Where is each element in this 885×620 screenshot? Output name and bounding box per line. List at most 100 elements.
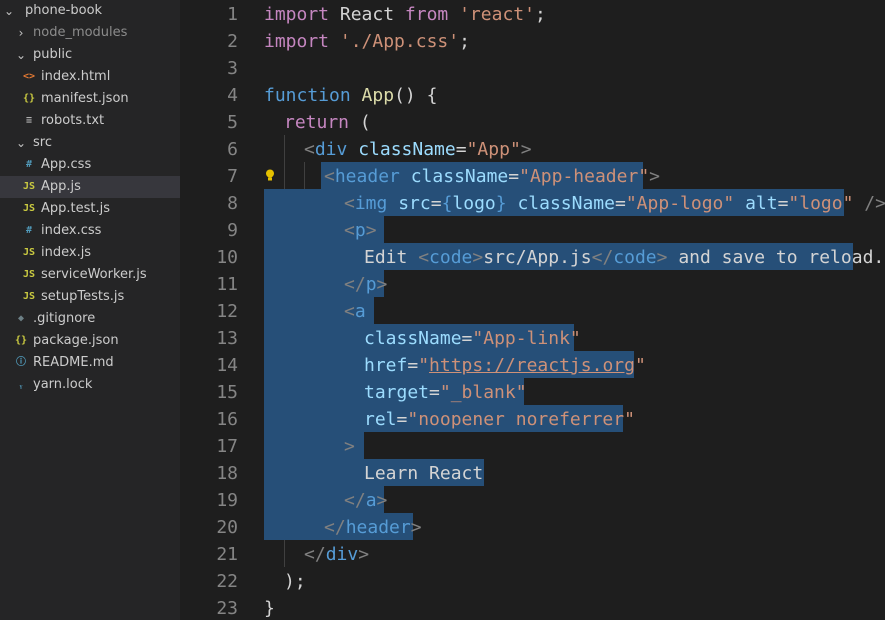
code-line: 1 import React from 'react'; (180, 1, 885, 28)
file-label: README.md (33, 355, 114, 370)
code-line: 18 Learn React (180, 460, 885, 487)
git-file-icon: ◆ (17, 313, 25, 324)
file-index-js[interactable]: JS index.js (0, 242, 180, 264)
file-manifest-json[interactable]: {} manifest.json (0, 88, 180, 110)
line-number: 16 (216, 409, 238, 430)
line-number: 6 (227, 139, 238, 160)
json-file-icon: {} (14, 335, 28, 346)
file-label: robots.txt (41, 113, 105, 128)
code-line: 10 Edit <code>src/App.js</code> and save… (180, 244, 885, 271)
file-label: package.json (33, 333, 119, 348)
html-file-icon: <> (22, 71, 36, 82)
file-label: .gitignore (33, 311, 96, 326)
file-label: manifest.json (41, 91, 129, 106)
code-line: 22 ); (180, 568, 885, 595)
file-label: index.css (41, 223, 102, 238)
file-robots-txt[interactable]: ≡ robots.txt (0, 110, 180, 132)
folder-phone-book[interactable]: ⌄ phone-book (0, 0, 180, 22)
file-app-js[interactable]: JS App.js (0, 176, 180, 198)
line-number: 23 (216, 598, 238, 619)
file-label: setupTests.js (41, 289, 125, 304)
file-app-test-js[interactable]: JS App.test.js (0, 198, 180, 220)
line-number: 12 (216, 301, 238, 322)
file-label: App.test.js (41, 201, 111, 216)
file-label: index.html (41, 69, 111, 84)
chevron-down-icon: ⌄ (3, 4, 15, 18)
line-number: 13 (216, 328, 238, 349)
folder-label: src (33, 135, 52, 150)
code-line: 7 <header className="App-header"> (180, 163, 885, 190)
text-file-icon: ≡ (25, 115, 33, 126)
js-file-icon: JS (22, 203, 36, 214)
yarn-icon: ᵧ (19, 379, 23, 390)
js-file-icon: JS (22, 269, 36, 280)
code-line: 21 </div> (180, 541, 885, 568)
file-yarn-lock[interactable]: ᵧ yarn.lock (0, 374, 180, 396)
css-file-icon: # (25, 159, 33, 170)
file-service-worker-js[interactable]: JS serviceWorker.js (0, 264, 180, 286)
chevron-right-icon: › (18, 26, 24, 40)
line-number: 17 (216, 436, 238, 457)
line-number: 14 (216, 355, 238, 376)
code-line: 4 function App() { (180, 82, 885, 109)
code-line: 19 </a> (180, 487, 885, 514)
line-number: 10 (216, 247, 238, 268)
line-number: 21 (216, 544, 238, 565)
chevron-down-icon: ⌄ (15, 48, 27, 62)
line-number: 11 (216, 274, 238, 295)
lightbulb-icon[interactable] (265, 169, 275, 181)
file-readme-md[interactable]: ⓘ README.md (0, 352, 180, 374)
line-number: 22 (216, 571, 238, 592)
line-number: 20 (216, 517, 238, 538)
chevron-down-icon: ⌄ (15, 136, 27, 150)
line-number: 5 (227, 112, 238, 133)
code-line: 23 } (180, 595, 885, 620)
code-line: 12 <a (180, 298, 885, 325)
code-line: 20 </header> (180, 514, 885, 541)
code-line: 9 <p> (180, 217, 885, 244)
code-line: 13 className="App-link" (180, 325, 885, 352)
folder-public[interactable]: ⌄ public (0, 44, 180, 66)
file-label: App.js (41, 179, 81, 194)
code-line: 14 href="https://reactjs.org" (180, 352, 885, 379)
code-line: 16 rel="noopener noreferrer" (180, 406, 885, 433)
file-label: yarn.lock (33, 377, 93, 392)
file-label: App.css (41, 157, 92, 172)
code-line: 5 return ( (180, 109, 885, 136)
code-line: 3 (180, 55, 885, 82)
js-file-icon: JS (22, 291, 36, 302)
file-explorer: ⌄ phone-book › node_modules ⌄ public <> … (0, 0, 180, 620)
file-package-json[interactable]: {} package.json (0, 330, 180, 352)
json-file-icon: {} (22, 93, 36, 104)
folder-node-modules[interactable]: › node_modules (0, 22, 180, 44)
line-number: 15 (216, 382, 238, 403)
css-file-icon: # (25, 225, 33, 236)
code-line: 11 </p> (180, 271, 885, 298)
folder-src[interactable]: ⌄ src (0, 132, 180, 154)
code-line: 2 import './App.css'; (180, 28, 885, 55)
line-number: 9 (227, 220, 238, 241)
line-number: 18 (216, 463, 238, 484)
code-line: 6 <div className="App"> (180, 136, 885, 163)
file-gitignore[interactable]: ◆ .gitignore (0, 308, 180, 330)
line-number: 8 (227, 193, 238, 214)
line-number: 19 (216, 490, 238, 511)
code-line: 17 > (180, 433, 885, 460)
folder-label: public (33, 47, 73, 62)
code-editor[interactable]: 1 import React from 'react'; 2 import '.… (180, 0, 885, 620)
line-number: 1 (227, 4, 238, 25)
line-number: 7 (227, 166, 238, 187)
folder-label: phone-book (25, 3, 103, 18)
line-number: 4 (227, 85, 238, 106)
js-file-icon: JS (22, 247, 36, 258)
file-label: index.js (41, 245, 92, 260)
line-number: 3 (227, 58, 238, 79)
file-app-css[interactable]: # App.css (0, 154, 180, 176)
code-line: 8 <img src={logo} className="App-logo" a… (180, 190, 885, 217)
code-line: 15 target="_blank" (180, 379, 885, 406)
file-index-css[interactable]: # index.css (0, 220, 180, 242)
file-setup-tests-js[interactable]: JS setupTests.js (0, 286, 180, 308)
file-label: serviceWorker.js (41, 267, 147, 282)
url-link[interactable]: https://reactjs.org (429, 355, 635, 376)
file-index-html[interactable]: <> index.html (0, 66, 180, 88)
